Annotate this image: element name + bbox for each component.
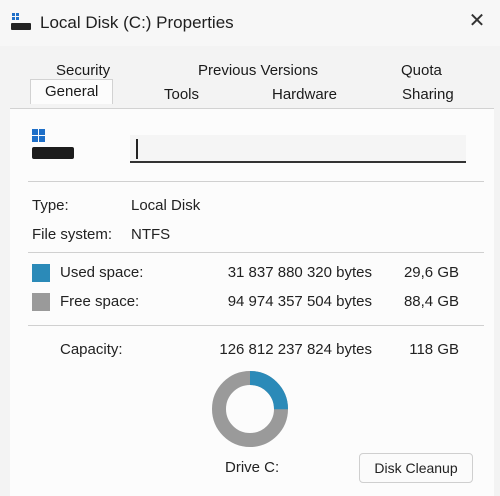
title-bar: Local Disk (C:) Properties ✕ [0, 0, 500, 46]
divider [28, 252, 484, 253]
type-value: Local Disk [131, 197, 201, 214]
disk-cleanup-button[interactable]: Disk Cleanup [359, 453, 473, 483]
tab-tools[interactable]: Tools [164, 86, 199, 103]
disk-usage-donut [212, 371, 288, 447]
tab-security[interactable]: Security [56, 62, 110, 79]
window-title: Local Disk (C:) Properties [40, 13, 234, 32]
drive-icon [32, 129, 74, 159]
free-space-label: Free space: [60, 293, 140, 310]
capacity-label: Capacity: [60, 341, 123, 358]
drive-icon [11, 13, 31, 30]
tab-previous-versions[interactable]: Previous Versions [198, 62, 318, 79]
tab-quota[interactable]: Quota [401, 62, 442, 79]
file-system-label: File system: [32, 226, 113, 243]
drive-label: Drive C: [225, 459, 280, 476]
divider [28, 325, 484, 326]
drive-name-input[interactable] [130, 135, 466, 163]
file-system-value: NTFS [131, 226, 171, 243]
used-space-size: 29,6 GB [403, 264, 459, 281]
used-space-bytes: 31 837 880 320 bytes [227, 264, 372, 281]
used-space-swatch [32, 264, 50, 282]
capacity-size: 118 GB [409, 341, 459, 358]
free-space-bytes: 94 974 357 504 bytes [227, 293, 372, 310]
tab-sharing[interactable]: Sharing [402, 86, 454, 103]
close-button[interactable]: ✕ [454, 6, 500, 36]
used-space-label: Used space: [60, 264, 144, 281]
free-space-size: 88,4 GB [403, 293, 459, 310]
general-panel: Type: Local Disk File system: NTFS Used … [10, 108, 494, 496]
free-space-swatch [32, 293, 50, 311]
type-label: Type: [32, 197, 69, 214]
tab-strip: Security Previous Versions Quota General… [0, 54, 500, 109]
divider [28, 181, 484, 182]
tab-hardware[interactable]: Hardware [272, 86, 337, 103]
capacity-bytes: 126 812 237 824 bytes [219, 341, 372, 358]
text-caret [136, 139, 138, 159]
tab-general[interactable]: General [30, 79, 114, 104]
